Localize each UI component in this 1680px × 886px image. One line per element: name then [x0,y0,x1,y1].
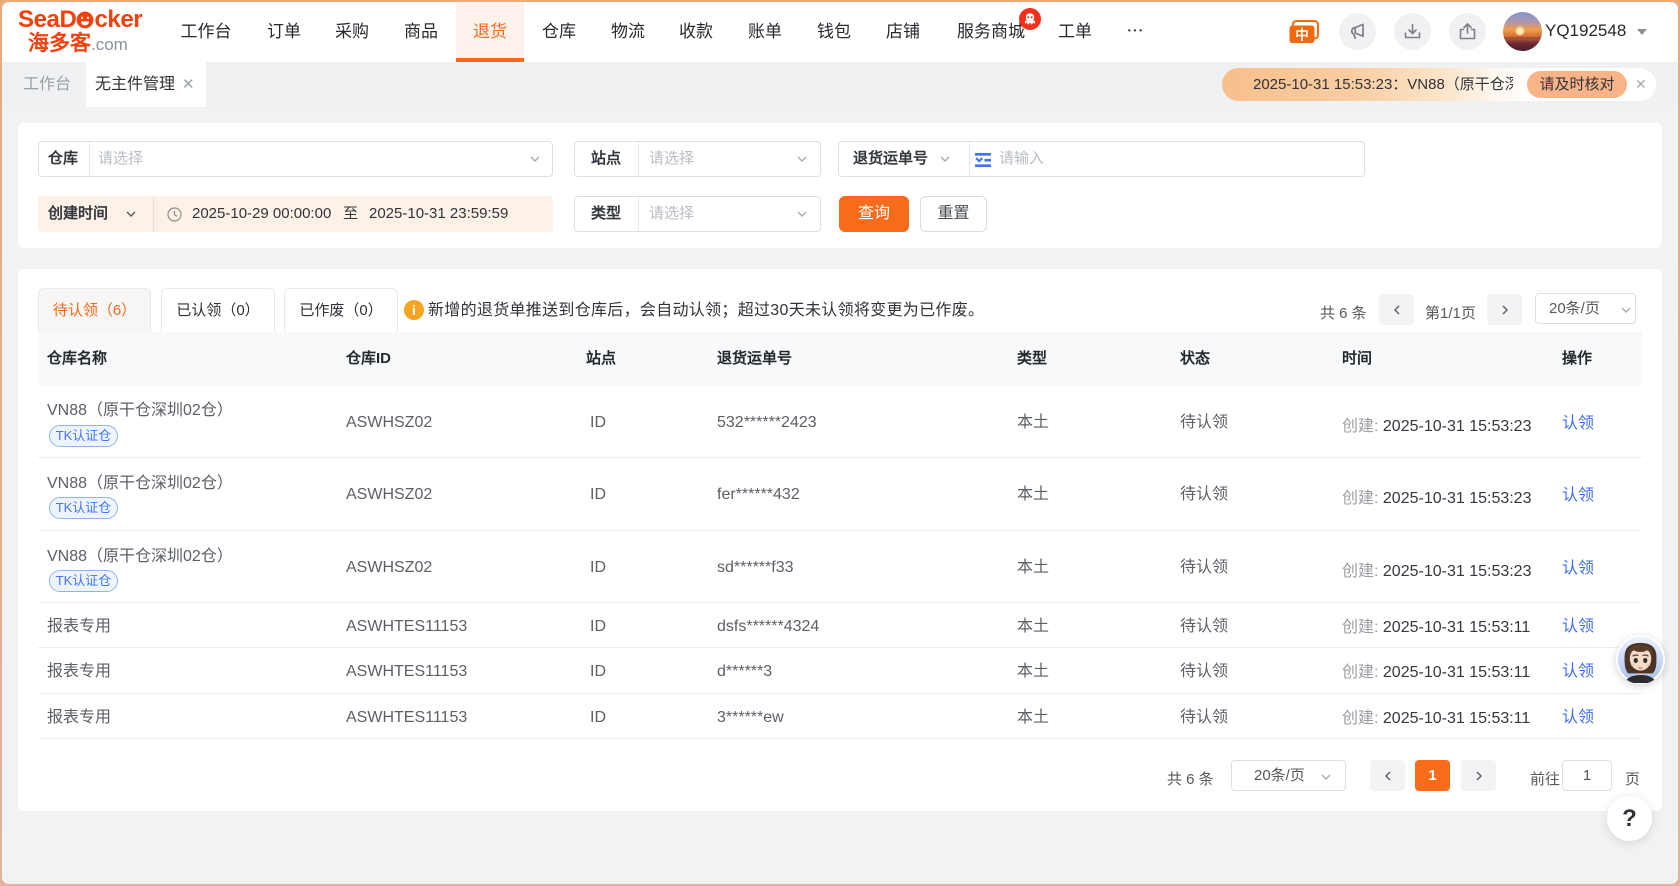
svg-text:中: 中 [1295,26,1309,42]
